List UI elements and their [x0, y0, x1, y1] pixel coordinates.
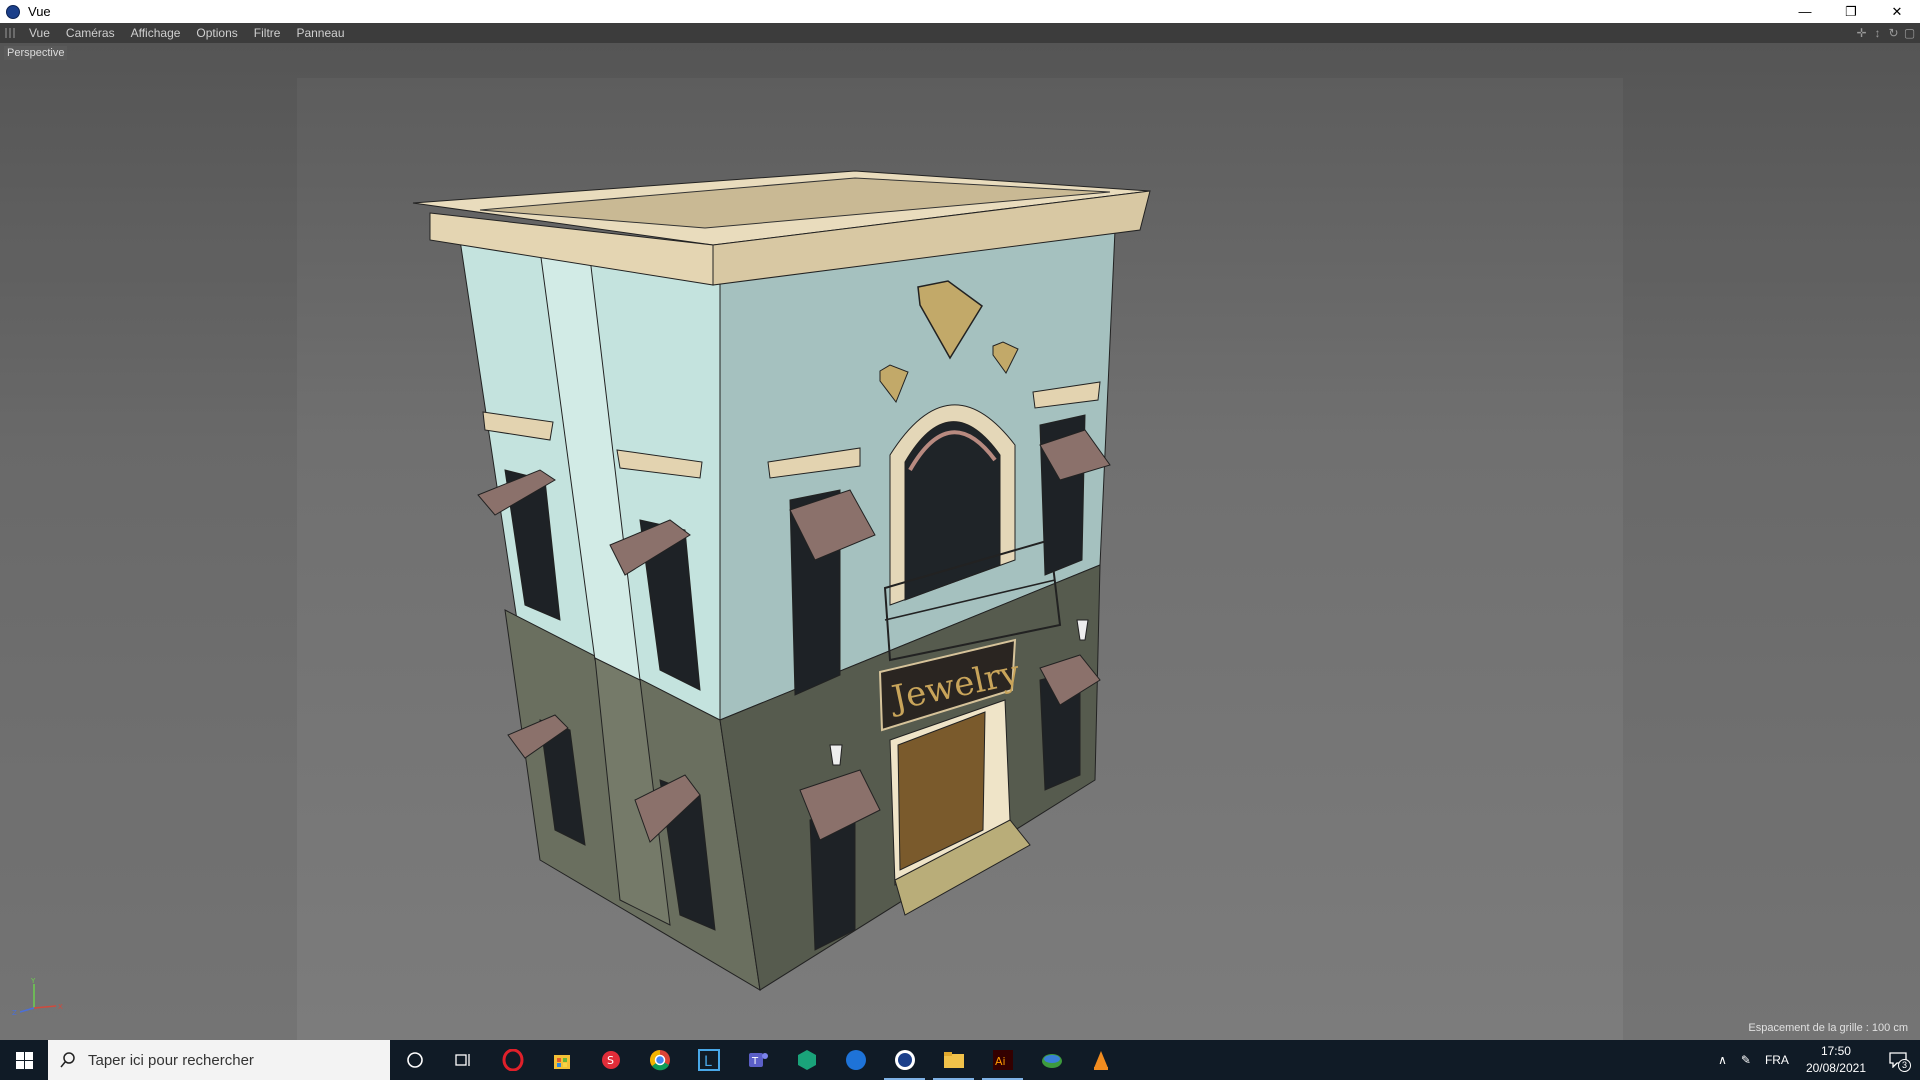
illustrator-icon[interactable]: Ai: [978, 1040, 1027, 1080]
cinema4d-icon[interactable]: [880, 1040, 929, 1080]
search-placeholder: Taper ici pour rechercher: [88, 1051, 254, 1069]
axis-z-label: Z: [12, 1009, 17, 1016]
viewport-menu-bar: Vue Caméras Affichage Options Filtre Pan…: [0, 23, 1920, 43]
svg-text:L: L: [704, 1054, 712, 1070]
menu-vue[interactable]: Vue: [21, 26, 58, 40]
axis-x-label: X: [58, 1003, 63, 1011]
chevron-up-icon[interactable]: ∧: [1711, 1053, 1734, 1067]
chrome-icon[interactable]: [635, 1040, 684, 1080]
close-button[interactable]: ✕: [1874, 0, 1920, 23]
clock[interactable]: 17:50 20/08/2021: [1796, 1043, 1876, 1077]
cinema4d-app-icon: [6, 4, 20, 19]
view-navigation: ✛ ↕ ↻ ▢: [1855, 23, 1916, 43]
svg-text:T: T: [751, 1056, 759, 1067]
building-model: Jewelry: [412, 170, 1151, 991]
windows-logo-icon: [15, 1051, 33, 1069]
store-icon[interactable]: [537, 1040, 586, 1080]
3d-viewport[interactable]: Perspective Jewelry Y X Z Espacement de …: [0, 43, 1920, 1040]
windows-taskbar: Taper ici pour rechercher S L T Ai ∧ ✎ F…: [0, 1040, 1920, 1080]
rotate-view-icon[interactable]: ↻: [1887, 26, 1900, 40]
svg-text:Ai: Ai: [995, 1055, 1006, 1068]
grid-spacing-label: Espacement de la grille : 100 cm: [1748, 1022, 1908, 1034]
title-bar: Vue — ❐ ✕: [0, 0, 1920, 23]
grip-icon[interactable]: [5, 28, 15, 38]
pen-icon[interactable]: ✎: [1734, 1053, 1758, 1067]
menu-panneau[interactable]: Panneau: [288, 26, 352, 40]
task-view-icon[interactable]: [439, 1040, 488, 1080]
notification-center-button[interactable]: 3: [1876, 1040, 1920, 1080]
sketchup-icon[interactable]: S: [586, 1040, 635, 1080]
restore-button[interactable]: ❐: [1828, 0, 1874, 23]
app-green-icon[interactable]: [782, 1040, 831, 1080]
menu-affichage[interactable]: Affichage: [123, 26, 189, 40]
clock-date: 20/08/2021: [1805, 1061, 1866, 1075]
lightroom-icon[interactable]: L: [684, 1040, 733, 1080]
vlc-icon[interactable]: [1076, 1040, 1125, 1080]
earth-icon[interactable]: [1027, 1040, 1076, 1080]
menu-filtre[interactable]: Filtre: [246, 26, 289, 40]
search-icon: [60, 1052, 75, 1068]
cortana-icon[interactable]: [390, 1040, 439, 1080]
move-view-icon[interactable]: ✛: [1855, 26, 1868, 40]
window-controls: — ❐ ✕: [1782, 0, 1920, 23]
language-indicator[interactable]: FRA: [1758, 1053, 1796, 1067]
clock-time: 17:50: [1820, 1044, 1851, 1058]
zoom-view-icon[interactable]: ↕: [1871, 26, 1884, 40]
maximize-view-icon[interactable]: ▢: [1903, 26, 1916, 40]
window-title: Vue: [28, 4, 51, 19]
menu-options[interactable]: Options: [188, 26, 245, 40]
minimize-button[interactable]: —: [1782, 0, 1828, 23]
notification-count: 3: [1898, 1059, 1911, 1072]
menu-cameras[interactable]: Caméras: [58, 26, 123, 40]
teams-icon[interactable]: T: [733, 1040, 782, 1080]
system-tray: ∧ ✎ FRA 17:50 20/08/2021 3: [1711, 1040, 1920, 1080]
svg-text:S: S: [607, 1054, 614, 1067]
axis-gizmo: Y X Z: [12, 977, 63, 1016]
start-button[interactable]: [0, 1040, 48, 1080]
opera-icon[interactable]: [488, 1040, 537, 1080]
taskbar-search-box[interactable]: Taper ici pour rechercher: [48, 1040, 390, 1080]
axis-y-label: Y: [30, 977, 36, 985]
app-blue-icon[interactable]: [831, 1040, 880, 1080]
explorer-icon[interactable]: [929, 1040, 978, 1080]
